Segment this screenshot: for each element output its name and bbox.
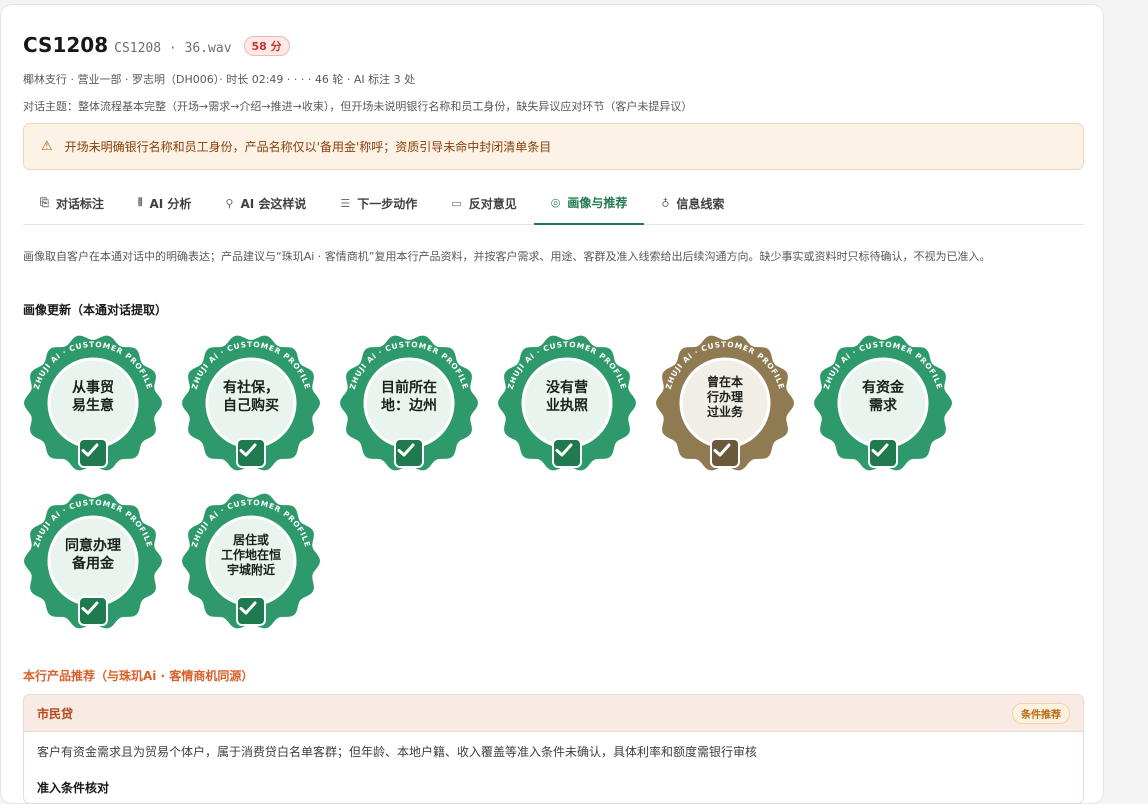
tab-label: 画像与推荐 <box>567 195 628 210</box>
tab-label: 下一步动作 <box>357 196 418 211</box>
profile-badge: ZHUJI Ai · CUSTOMER PROFILE 有社保， 自己购买 <box>181 335 321 475</box>
tab-chat[interactable]: ⎘ 对话标注 <box>23 181 121 225</box>
tab-label: AI 会这样说 <box>240 196 307 211</box>
profile-badge: ZHUJI Ai · CUSTOMER PROFILE 有资金 需求 <box>813 335 953 475</box>
checkmark-icon <box>710 438 740 468</box>
checkmark-icon <box>552 438 582 468</box>
audio-file-name: CS1208 · 36.wav <box>114 41 232 56</box>
lightbulb-icon: ♁ <box>661 196 670 210</box>
magic-wand-icon: ⚲ <box>225 196 234 210</box>
checkmark-icon <box>868 438 898 468</box>
tab-lightbulb[interactable]: ♁ 信息线索 <box>644 181 741 225</box>
message-icon: ▭ <box>451 196 462 210</box>
checkmark-icon <box>78 438 108 468</box>
tab-label: AI 分析 <box>149 196 192 211</box>
tab-bar: ⎘ 对话标注 ⫴ AI 分析 ⚲ AI 会这样说 ☰ 下一步动作 ▭ 反对意见 ◎ 画像与推荐 ♁ 信息线… <box>23 181 1084 225</box>
tab-label: 信息线索 <box>676 196 725 211</box>
profile-badge: ZHUJI Ai · CUSTOMER PROFILE 目前所在 地：边州 <box>339 335 479 475</box>
product-name: 市民贷 <box>37 706 74 721</box>
badge-label: 有社保， 自己购买 <box>223 380 279 414</box>
badge-label: 目前所在 地：边州 <box>381 380 437 414</box>
profile-intro: 画像取自客户在本通对话中的明确表达；产品建议与“珠玑Ai · 客情商机”复用本行… <box>23 250 991 263</box>
profile-badge: ZHUJI Ai · CUSTOMER PROFILE 同意办理 备用金 <box>23 493 163 633</box>
tab-message[interactable]: ▭ 反对意见 <box>434 181 533 225</box>
target-icon: ◎ <box>550 195 561 209</box>
chat-icon: ⎘ <box>40 196 49 209</box>
page-title: CS1208 <box>23 33 109 57</box>
product-description: 客户有资金需求且为贸易个体户，属于消费贷白名单客群；但年龄、本地户籍、收入覆盖等… <box>37 745 758 759</box>
warning-alert: ⚠ 开场未明确银行名称和员工身份，产品名称仅以'备用金'称呼；资质引导未命中封闭… <box>23 123 1084 170</box>
badge-label: 有资金 需求 <box>862 380 904 414</box>
checklist-icon: ☰ <box>340 196 351 210</box>
tab-label: 对话标注 <box>55 196 104 211</box>
recommendation-tag: 条件推荐 <box>1012 702 1070 724</box>
tab-target[interactable]: ◎ 画像与推荐 <box>533 181 645 225</box>
alert-text: 开场未明确银行名称和员工身份，产品名称仅以'备用金'称呼；资质引导未命中封闭清单… <box>64 140 552 154</box>
badge-label: 从事贸 易生意 <box>72 380 114 414</box>
checkmark-icon <box>236 596 266 626</box>
call-meta: 椰林支行 · 营业一部 · 罗志明（DH006）· 时长 02:49 · · ·… <box>23 73 416 86</box>
checkmark-icon <box>236 438 266 468</box>
warning-icon: ⚠ <box>41 139 53 154</box>
checkmark-icon <box>394 438 424 468</box>
badge-label: 没有营 业执照 <box>546 380 588 414</box>
conversation-topic: 对话主题：整体流程基本完整（开场→需求→介绍→推进→收束），但开场未说明银行名称… <box>23 100 693 113</box>
right-gutter <box>1104 0 1148 780</box>
profile-badge: ZHUJI Ai · CUSTOMER PROFILE 从事贸 易生意 <box>23 335 163 475</box>
product-subheading: 准入条件核对 <box>37 781 110 795</box>
badge-label: 同意办理 备用金 <box>65 538 121 572</box>
product-header: 市民贷 条件推荐 <box>24 695 1083 732</box>
checkmark-icon <box>78 596 108 626</box>
tab-magic-wand[interactable]: ⚲ AI 会这样说 <box>208 181 323 225</box>
product-card[interactable]: 市民贷 条件推荐 客户有资金需求且为贸易个体户，属于消费贷白名单客群；但年龄、本… <box>23 694 1084 804</box>
title-row: CS1208 CS1208 · 36.wav 58 分 <box>23 33 290 58</box>
tab-checklist[interactable]: ☰ 下一步动作 <box>323 181 434 225</box>
profile-badge: ZHUJI Ai · CUSTOMER PROFILE 曾在本 行办理 过业务 <box>655 335 795 475</box>
tab-label: 反对意见 <box>468 196 517 211</box>
badge-label: 居住或 工作地在恒 宇城附近 <box>220 532 281 577</box>
tab-bar-chart[interactable]: ⫴ AI 分析 <box>121 181 209 225</box>
profile-badge: ZHUJI Ai · CUSTOMER PROFILE 居住或 工作地在恒 宇城附近 <box>181 493 321 633</box>
recommendation-title: 本行产品推荐（与珠玑Ai · 客情商机同源） <box>23 669 254 683</box>
profile-section-title: 画像更新（本通对话提取） <box>23 303 168 317</box>
call-detail-card: CS1208 CS1208 · 36.wav 58 分 椰林支行 · 营业一部 … <box>0 4 1104 804</box>
badge-label: 曾在本 行办理 过业务 <box>706 374 743 419</box>
profile-badge: ZHUJI Ai · CUSTOMER PROFILE 没有营 业执照 <box>497 335 637 475</box>
bar-chart-icon: ⫴ <box>137 196 143 209</box>
score-badge: 58 分 <box>243 36 290 56</box>
